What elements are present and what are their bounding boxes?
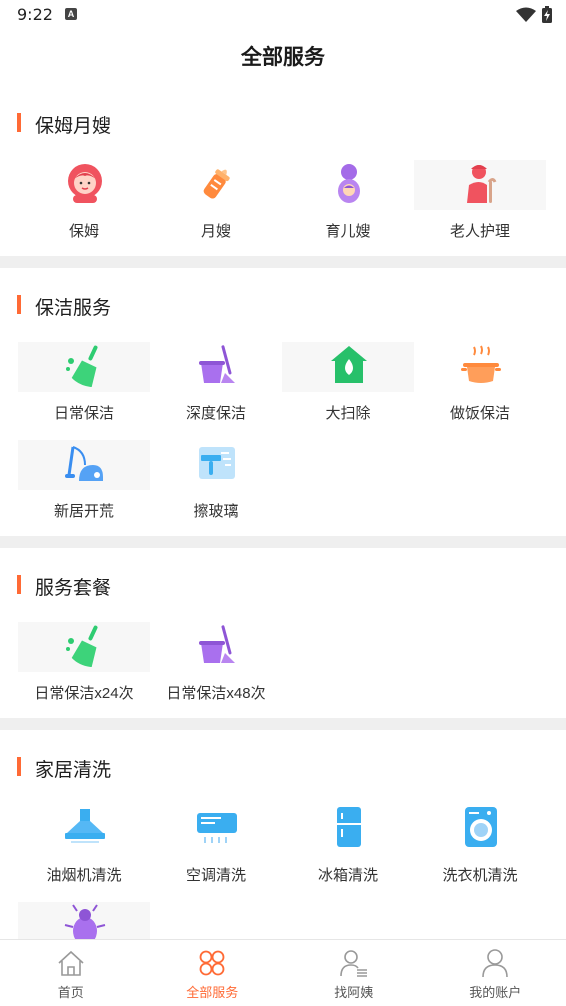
service-item-big-cleaning[interactable]: 大扫除 <box>282 340 414 438</box>
page-header: 全部服务 <box>0 30 566 86</box>
section-accent-bar <box>17 295 21 314</box>
service-item-washing-machine[interactable]: 洗衣机清洗 <box>414 802 546 900</box>
section-header: 服务套餐 <box>0 548 566 610</box>
service-item-air-conditioner[interactable]: 空调清洗 <box>150 802 282 900</box>
range-hood-icon <box>59 802 111 852</box>
broom-icon <box>59 340 111 390</box>
section-accent-bar <box>17 757 21 776</box>
service-label: 新居开荒 <box>53 503 114 520</box>
service-label: 月嫂 <box>200 223 231 240</box>
section-nanny: 保姆月嫂 保姆 月嫂 育儿嫂 老人护理 <box>0 86 566 256</box>
service-item-childcare[interactable]: 育儿嫂 <box>282 158 414 256</box>
section-title: 保洁服务 <box>35 298 112 319</box>
elderly-care-icon <box>455 158 507 208</box>
section-accent-bar <box>17 113 21 132</box>
section-title: 服务套餐 <box>35 578 112 599</box>
bottom-nav: 首页 全部服务 找阿姨 我的账户 <box>0 939 566 1006</box>
air-conditioner-icon <box>191 802 243 852</box>
service-grid: 油烟机清洗 空调清洗 冰箱清洗 洗衣机清洗 <box>0 792 566 939</box>
nav-all-services[interactable]: 全部服务 <box>142 940 284 1006</box>
nav-my-account[interactable]: 我的账户 <box>425 940 566 1006</box>
service-label: 日常保洁 <box>53 405 114 422</box>
window-wiper-icon <box>191 438 243 488</box>
service-grid: 日常保洁x24次 日常保洁x48次 <box>0 610 566 718</box>
service-item-range-hood[interactable]: 油烟机清洗 <box>18 802 150 900</box>
a-letter-icon: A <box>65 8 77 20</box>
service-label: 擦玻璃 <box>193 503 239 520</box>
service-item-fridge[interactable]: 冰箱清洗 <box>282 802 414 900</box>
service-label: 大扫除 <box>325 405 371 422</box>
section-divider <box>0 536 566 548</box>
washing-machine-icon <box>455 802 507 852</box>
wifi-icon <box>516 7 536 22</box>
services-scroll-area[interactable]: 保姆月嫂 保姆 月嫂 育儿嫂 老人护理 保洁服务 日常保洁 深度保洁 大扫除 做… <box>0 86 566 939</box>
service-item-elderly-care[interactable]: 老人护理 <box>414 158 546 256</box>
service-item-daily-cleaning[interactable]: 日常保洁 <box>18 340 150 438</box>
account-icon <box>482 949 509 978</box>
page-title: 全部服务 <box>241 46 325 69</box>
section-header: 家居清洗 <box>0 730 566 792</box>
baby-bottle-icon <box>191 158 243 208</box>
service-item-maternity[interactable]: 月嫂 <box>150 158 282 256</box>
service-label: 日常保洁x48次 <box>166 685 266 702</box>
nav-find-helper[interactable]: 找阿姨 <box>283 940 425 1006</box>
status-time: 9:22 <box>17 5 53 24</box>
service-item-package-48[interactable]: 日常保洁x48次 <box>150 620 282 718</box>
section-title: 家居清洗 <box>35 760 112 781</box>
status-bar: 9:22 A <box>0 0 566 30</box>
section-header: 保姆月嫂 <box>0 86 566 148</box>
service-label: 育儿嫂 <box>325 223 371 240</box>
childcare-icon <box>323 158 375 208</box>
nav-label: 首页 <box>57 985 84 1000</box>
status-icons <box>516 6 552 23</box>
battery-charging-icon <box>542 6 552 23</box>
vacuum-icon <box>59 438 111 488</box>
service-item-new-home[interactable]: 新居开荒 <box>18 438 150 536</box>
section-divider <box>0 718 566 730</box>
service-item-window-cleaning[interactable]: 擦玻璃 <box>150 438 282 536</box>
cooking-pot-icon <box>455 340 507 390</box>
fridge-icon <box>323 802 375 852</box>
section-cleaning: 保洁服务 日常保洁 深度保洁 大扫除 做饭保洁 新居开荒 擦玻璃 <box>0 268 566 536</box>
find-person-icon <box>339 950 367 977</box>
section-accent-bar <box>17 575 21 594</box>
section-title: 保姆月嫂 <box>35 116 112 137</box>
nav-label: 我的账户 <box>469 985 522 1000</box>
section-header: 保洁服务 <box>0 268 566 330</box>
nanny-icon <box>59 158 111 208</box>
service-label: 冰箱清洗 <box>317 867 378 884</box>
service-label: 保姆 <box>68 223 99 240</box>
service-label: 日常保洁x24次 <box>34 685 134 702</box>
service-item-package-24[interactable]: 日常保洁x24次 <box>18 620 150 718</box>
service-label: 老人护理 <box>449 223 510 240</box>
nav-home[interactable]: 首页 <box>0 940 142 1006</box>
service-label: 深度保洁 <box>185 405 246 422</box>
service-label: 洗衣机清洗 <box>442 867 518 884</box>
service-grid: 日常保洁 深度保洁 大扫除 做饭保洁 新居开荒 擦玻璃 <box>0 330 566 536</box>
service-label: 油烟机清洗 <box>46 867 122 884</box>
broom-icon <box>59 620 111 670</box>
bucket-mop-icon <box>191 340 243 390</box>
section-home-washing: 家居清洗 油烟机清洗 空调清洗 冰箱清洗 洗衣机清洗 <box>0 730 566 939</box>
service-item-nanny[interactable]: 保姆 <box>18 158 150 256</box>
nav-label: 找阿姨 <box>334 985 374 1000</box>
section-divider <box>0 256 566 268</box>
bug-icon <box>59 900 111 939</box>
service-item-cooking-cleaning[interactable]: 做饭保洁 <box>414 340 546 438</box>
nav-label: 全部服务 <box>186 985 239 1000</box>
service-item-deep-cleaning[interactable]: 深度保洁 <box>150 340 282 438</box>
section-packages: 服务套餐 日常保洁x24次 日常保洁x48次 <box>0 548 566 718</box>
service-item-pest-control[interactable] <box>18 900 150 939</box>
service-label: 空调清洗 <box>185 867 246 884</box>
house-drop-icon <box>323 340 375 390</box>
home-icon <box>58 950 84 976</box>
service-label: 做饭保洁 <box>449 405 510 422</box>
services-grid-icon <box>199 950 225 976</box>
bucket-mop-icon <box>191 620 243 670</box>
service-grid: 保姆 月嫂 育儿嫂 老人护理 <box>0 148 566 256</box>
